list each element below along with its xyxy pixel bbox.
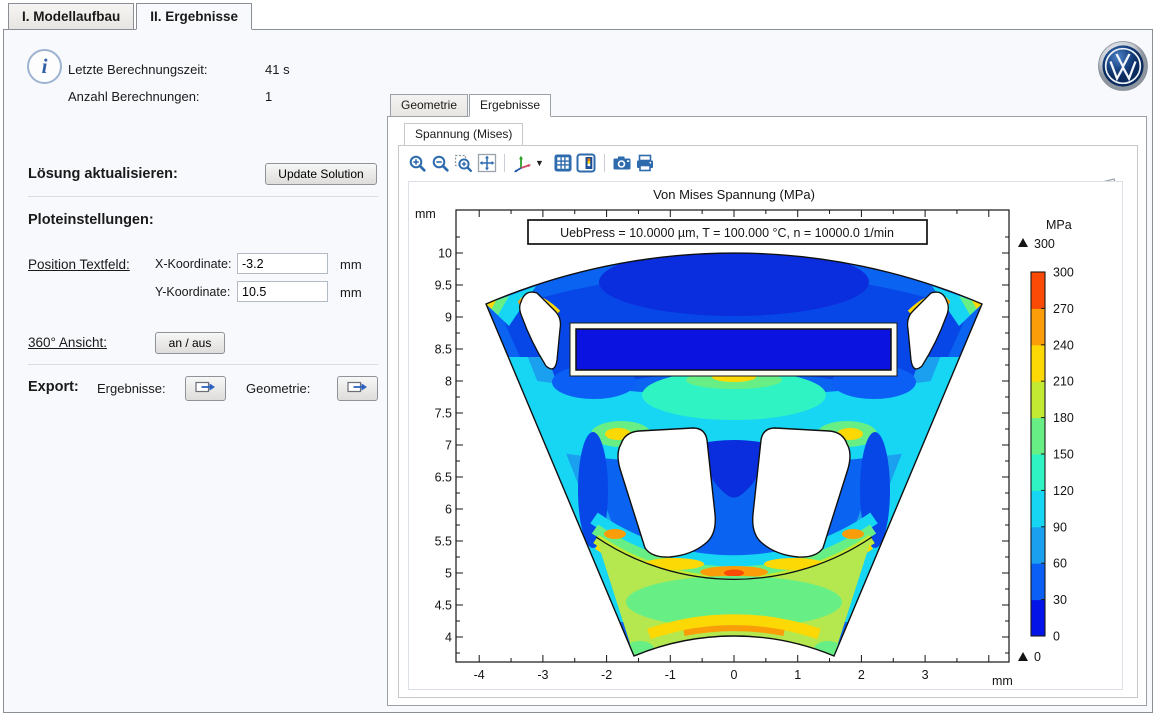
computation-count-label: Anzahl Berechnungen: bbox=[68, 89, 200, 104]
tab-geometrie[interactable]: Geometrie bbox=[390, 94, 468, 117]
annotation-text: UebPress = 10.0000 µm, T = 100.000 °C, n… bbox=[560, 226, 894, 240]
plot-title: Von Mises Spannung (MPa) bbox=[653, 187, 815, 202]
svg-text:3: 3 bbox=[922, 668, 929, 682]
svg-text:7: 7 bbox=[445, 439, 452, 453]
print-icon[interactable] bbox=[634, 152, 657, 174]
svg-text:0: 0 bbox=[731, 668, 738, 682]
svg-text:-1: -1 bbox=[665, 668, 676, 682]
y-axis-unit: mm bbox=[415, 207, 436, 221]
plot-settings-heading: Ploteinstellungen: bbox=[28, 212, 154, 228]
graphics-canvas[interactable]: Von Mises Spannung (MPa) mm bbox=[408, 181, 1123, 690]
divider bbox=[28, 196, 378, 197]
svg-text:0: 0 bbox=[1053, 630, 1060, 644]
y-coordinate-input[interactable] bbox=[237, 281, 328, 302]
magnet bbox=[576, 329, 891, 370]
vw-logo bbox=[1097, 40, 1149, 92]
tab-ergebnisse-graphics[interactable]: Ergebnisse bbox=[469, 94, 551, 117]
svg-text:5: 5 bbox=[445, 567, 452, 581]
tab-spannung-mises[interactable]: Spannung (Mises) bbox=[404, 123, 523, 146]
last-computation-label: Letzte Berechnungszeit: bbox=[68, 62, 207, 77]
svg-text:8: 8 bbox=[445, 375, 452, 389]
svg-text:4.5: 4.5 bbox=[435, 599, 452, 613]
svg-text:90: 90 bbox=[1053, 520, 1067, 534]
view-orientation-dropdown-icon[interactable]: ▼ bbox=[535, 158, 544, 168]
svg-text:4: 4 bbox=[445, 631, 452, 645]
von-mises-plot: Von Mises Spannung (MPa) mm bbox=[409, 182, 1124, 691]
graphics-toolbar: ▼ bbox=[406, 150, 657, 176]
export-results-label: Ergebnisse: bbox=[97, 381, 166, 396]
zoom-in-icon[interactable] bbox=[406, 152, 429, 174]
plot-subtab-bar: Spannung (Mises) bbox=[404, 123, 523, 146]
export-heading: Export: bbox=[28, 379, 79, 395]
svg-text:8.5: 8.5 bbox=[435, 343, 452, 357]
graphics-tab-bar: Geometrie Ergebnisse bbox=[390, 94, 551, 117]
x-coordinate-label: X-Koordinate: bbox=[155, 257, 231, 271]
export-geometry-label: Geometrie: bbox=[246, 381, 310, 396]
view-360-toggle-button[interactable]: an / aus bbox=[155, 332, 225, 354]
svg-text:2: 2 bbox=[858, 668, 865, 682]
textfield-position-label: Position Textfeld: bbox=[28, 257, 130, 272]
svg-text:9.5: 9.5 bbox=[435, 279, 452, 293]
svg-text:60: 60 bbox=[1053, 557, 1067, 571]
svg-text:-2: -2 bbox=[601, 668, 612, 682]
computation-count-value: 1 bbox=[265, 89, 272, 104]
svg-text:-3: -3 bbox=[537, 668, 548, 682]
svg-text:-4: -4 bbox=[474, 668, 485, 682]
legend-max-value: 300 bbox=[1034, 237, 1055, 251]
info-icon: i bbox=[27, 49, 62, 84]
tab-modellaufbau[interactable]: I. Modellaufbau bbox=[8, 3, 134, 30]
y-unit-label: mm bbox=[340, 285, 362, 300]
svg-text:10: 10 bbox=[438, 247, 452, 261]
legend-labels: 0 30 60 90 120 150 180 210 240 270 300 bbox=[1041, 266, 1074, 644]
x-axis-unit: mm bbox=[992, 674, 1013, 688]
svg-text:300: 300 bbox=[1053, 266, 1074, 280]
grid-toggle-icon[interactable] bbox=[552, 152, 575, 174]
last-computation-value: 41 s bbox=[265, 62, 290, 77]
export-icon bbox=[195, 380, 216, 395]
divider bbox=[28, 364, 378, 365]
annotation-box: UebPress = 10.0000 µm, T = 100.000 °C, n… bbox=[528, 220, 927, 244]
zoom-out-icon[interactable] bbox=[429, 152, 452, 174]
rotor-sector-contour bbox=[486, 248, 982, 657]
y-coordinate-label: Y-Koordinate: bbox=[155, 285, 230, 299]
svg-text:5.5: 5.5 bbox=[435, 535, 452, 549]
color-legend: MPa 300 0 30 60 90 120 150 180 210 240 270 300 0 bbox=[1018, 218, 1074, 664]
svg-text:30: 30 bbox=[1053, 593, 1067, 607]
svg-text:210: 210 bbox=[1053, 375, 1074, 389]
svg-text:6.5: 6.5 bbox=[435, 471, 452, 485]
x-axis-labels: -4 -3 -2 -1 0 1 2 3 bbox=[474, 668, 929, 682]
legend-min-arrow-icon bbox=[1018, 652, 1028, 661]
export-results-button[interactable] bbox=[185, 376, 226, 401]
svg-text:1: 1 bbox=[794, 668, 801, 682]
legend-min-value: 0 bbox=[1034, 650, 1041, 664]
view-360-label: 360° Ansicht: bbox=[28, 335, 107, 350]
y-axis-labels: 10 9.5 9 8.5 8 7.5 7 6.5 6 5.5 5 4.5 4 bbox=[435, 247, 452, 645]
svg-text:240: 240 bbox=[1053, 338, 1074, 352]
app-window: I. Modellaufbau II. Ergebnisse i Letzte … bbox=[0, 0, 1157, 720]
legend-unit: MPa bbox=[1046, 218, 1072, 232]
snapshot-camera-icon[interactable] bbox=[611, 152, 634, 174]
view-orientation-icon[interactable] bbox=[511, 152, 534, 174]
svg-text:6: 6 bbox=[445, 503, 452, 517]
export-geometry-button[interactable] bbox=[337, 376, 378, 401]
svg-text:7.5: 7.5 bbox=[435, 407, 452, 421]
svg-text:180: 180 bbox=[1053, 411, 1074, 425]
svg-text:120: 120 bbox=[1053, 484, 1074, 498]
zoom-extents-icon[interactable] bbox=[475, 152, 498, 174]
zoom-box-icon[interactable] bbox=[452, 152, 475, 174]
x-coordinate-input[interactable] bbox=[237, 253, 328, 274]
svg-text:150: 150 bbox=[1053, 448, 1074, 462]
main-tab-bar: I. Modellaufbau II. Ergebnisse bbox=[8, 3, 252, 30]
update-solution-button[interactable]: Update Solution bbox=[265, 163, 377, 185]
x-unit-label: mm bbox=[340, 257, 362, 272]
toolbar-separator bbox=[604, 154, 605, 172]
export-icon bbox=[347, 380, 368, 395]
color-legend-toggle-icon[interactable] bbox=[575, 152, 598, 174]
legend-max-arrow-icon bbox=[1018, 238, 1028, 247]
tab-ergebnisse[interactable]: II. Ergebnisse bbox=[136, 3, 252, 30]
update-solution-label: Lösung aktualisieren: bbox=[28, 166, 178, 182]
svg-text:9: 9 bbox=[445, 311, 452, 325]
toolbar-separator bbox=[504, 154, 505, 172]
svg-text:270: 270 bbox=[1053, 302, 1074, 316]
